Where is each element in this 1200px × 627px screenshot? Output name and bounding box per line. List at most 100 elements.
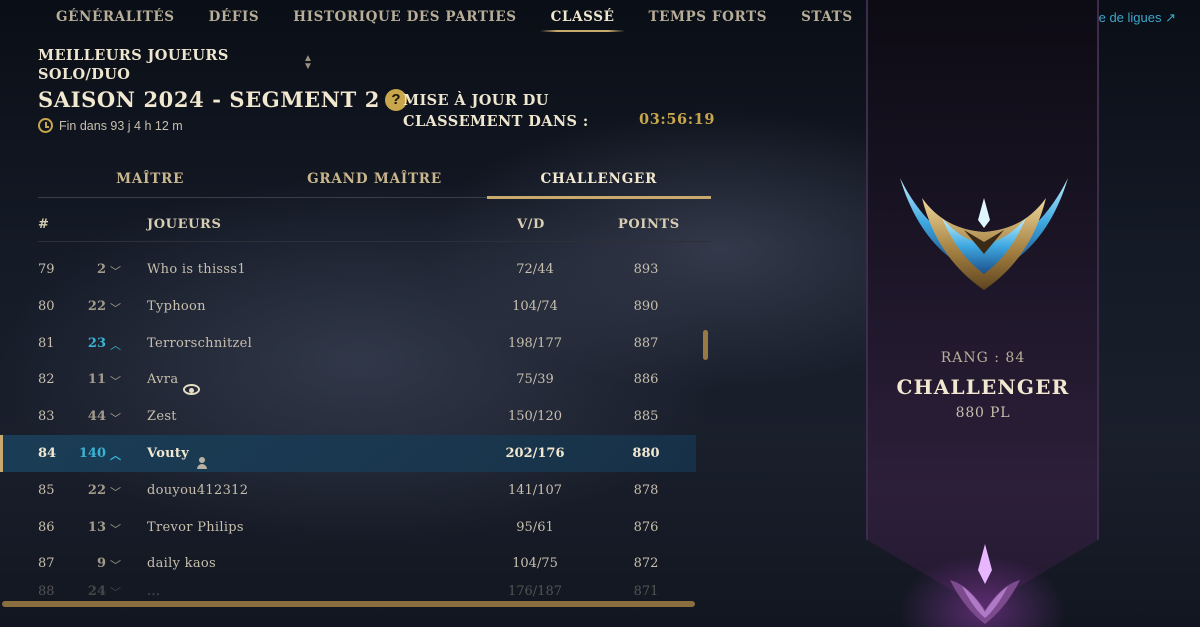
player-name-text: Who is thisss1 (147, 262, 246, 277)
row-player-name: Typhoon (147, 299, 206, 314)
row-points: 876 (633, 519, 659, 535)
row-player-name: Terrorschnitzel (147, 336, 252, 351)
rank-position: RANG : 84 (940, 350, 1026, 366)
tier-tabs: MAÎTRE GRAND MAÎTRE CHALLENGER (38, 162, 712, 199)
vertical-scrollbar[interactable] (703, 330, 708, 360)
player-name-text: Terrorschnitzel (147, 335, 253, 351)
row-rank: 87 (38, 556, 55, 572)
row-player-name: Who is thisss1 (147, 262, 246, 277)
table-header: # JOUEURS V/D POINTS (38, 208, 711, 242)
row-points: 878 (633, 482, 659, 498)
row-win-loss: 141/107 (507, 482, 562, 498)
tab-4[interactable]: TEMPS FORTS (631, 0, 784, 34)
row-rank-change: 9 (96, 556, 106, 572)
player-name-text: Trevor Philips (147, 519, 244, 535)
tab-3[interactable]: CLASSÉ (534, 0, 632, 34)
chevron-down-icon: ﹀ (110, 375, 121, 389)
rank-lp: 880 PL (955, 405, 1011, 421)
row-rank-change: 11 (87, 372, 106, 388)
row-player-name: Zest (147, 409, 177, 424)
row-rank: 81 (38, 335, 55, 351)
chevron-down-icon: ﹀ (110, 412, 121, 426)
player-name-text: Typhoon (147, 298, 206, 314)
table-row-current-player[interactable]: 84 140 ︿ Vouty 202/176 880 (0, 434, 696, 472)
player-name-text: Vouty (147, 445, 190, 461)
table-row[interactable]: 83 44 ﹀ Zest 150/120 885 (0, 398, 696, 435)
player-name-text: daily kaos (147, 556, 216, 572)
clock-icon (38, 118, 53, 133)
row-points: 893 (633, 262, 659, 277)
table-row[interactable]: 85 22 ﹀ douyou412312 141/107 878 (0, 472, 696, 509)
table-row[interactable]: 86 13 ﹀ Trevor Philips 95/61 876 (0, 509, 696, 546)
table-row[interactable]: 82 11 ﹀ Avra 75/39 886 (0, 361, 696, 398)
row-rank-change: 22 (87, 482, 106, 498)
row-win-loss: 104/74 (512, 298, 558, 314)
table-row[interactable]: 79 2 ﹀ Who is thisss1 72/44 893 (0, 251, 696, 288)
player-name-text: douyou412312 (147, 482, 249, 498)
row-player-name: Trevor Philips (147, 520, 244, 535)
person-icon (196, 456, 208, 469)
season-end-row: Fin dans 93 j 4 h 12 m (38, 118, 183, 133)
eye-icon[interactable] (183, 384, 201, 396)
season-title: SAISON 2024 - SEGMENT 2 (38, 87, 380, 112)
row-rank-change: 13 (87, 519, 106, 535)
row-player-name: daily kaos (147, 556, 216, 571)
table-row[interactable]: 80 22 ﹀ Typhoon 104/74 890 (0, 288, 696, 325)
leaderboard-list: 79 2 ﹀ Who is thisss1 72/44 893 80 22 ﹀ Typhoon 10… (0, 251, 696, 602)
chevron-down-icon: ﹀ (110, 559, 121, 573)
chevron-down-icon: ﹀ (110, 265, 121, 278)
row-rank-change: 44 (87, 409, 106, 425)
row-rank: 79 (38, 262, 55, 277)
queue-label-line2: SOLO/DUO (38, 66, 131, 83)
col-rank: # (38, 217, 50, 232)
row-rank: 84 (38, 445, 57, 461)
tab-5[interactable]: STATS (784, 0, 870, 34)
player-name-text: Zest (147, 409, 177, 425)
row-win-loss: 202/176 (505, 445, 565, 461)
row-rank: 80 (38, 298, 55, 314)
row-points: 880 (632, 445, 660, 461)
row-rank: 88 (38, 584, 55, 600)
row-player-name: Vouty (147, 445, 208, 469)
update-label: MISE À JOUR DU CLASSEMENT DANS : (403, 90, 589, 132)
tier-tab-0[interactable]: MAÎTRE (38, 162, 262, 197)
table-row[interactable]: 81 23 ︿ Terrorschnitzel 198/177 887 (0, 325, 696, 362)
row-rank-change: 2 (96, 262, 106, 277)
row-points: 886 (633, 372, 659, 388)
tab-2[interactable]: HISTORIQUE DES PARTIES (276, 0, 533, 34)
season-end-text: Fin dans 93 j 4 h 12 m (59, 118, 183, 133)
row-win-loss: 95/61 (516, 519, 554, 535)
player-name-text: Avra (147, 372, 179, 388)
tab-0[interactable]: GÉNÉRALITÉS (38, 0, 192, 34)
update-timer: 03:56:19 (639, 111, 716, 128)
queue-selector[interactable]: MEILLEURS JOUEURS SOLO/DUO ▲ ▼ (38, 46, 328, 84)
row-rank-change: 140 (78, 445, 106, 461)
chevron-up-icon: ︿ (110, 338, 121, 352)
row-rank: 83 (38, 409, 55, 425)
profile-nav: GÉNÉRALITÉS DÉFIS HISTORIQUE DES PARTIES CL… (38, 0, 870, 34)
tier-tab-2[interactable]: CHALLENGER (486, 162, 712, 199)
table-row[interactable]: 88 24 ﹀... 176/187 871 (0, 582, 696, 602)
row-win-loss: 176/187 (507, 584, 562, 600)
row-rank: 86 (38, 519, 55, 535)
row-player-name: douyou412312 (147, 483, 248, 498)
row-points: 872 (633, 556, 659, 572)
row-win-loss: 104/75 (512, 556, 558, 572)
row-rank-change: 24 (87, 584, 106, 600)
table-row[interactable]: 87 9 ﹀ daily kaos 104/75 872 (0, 545, 696, 582)
row-points: 885 (633, 409, 659, 425)
col-points: POINTS (618, 217, 680, 232)
row-player-name: ... (147, 584, 160, 599)
rank-tier: CHALLENGER (896, 375, 1070, 399)
col-players: JOUEURS (147, 217, 222, 232)
col-wl: V/D (517, 217, 545, 232)
row-rank-change: 22 (87, 298, 106, 314)
tier-tab-1[interactable]: GRAND MAÎTRE (262, 162, 486, 197)
horizontal-scrollbar[interactable] (2, 601, 695, 607)
tab-1[interactable]: DÉFIS (192, 0, 277, 34)
rank-info: RANG : 84 CHALLENGER 880 PL (868, 350, 1098, 421)
row-rank-change: 23 (87, 335, 106, 351)
row-rank: 82 (38, 372, 55, 388)
row-win-loss: 75/39 (516, 372, 554, 388)
update-label-line2: CLASSEMENT DANS : (403, 113, 589, 130)
